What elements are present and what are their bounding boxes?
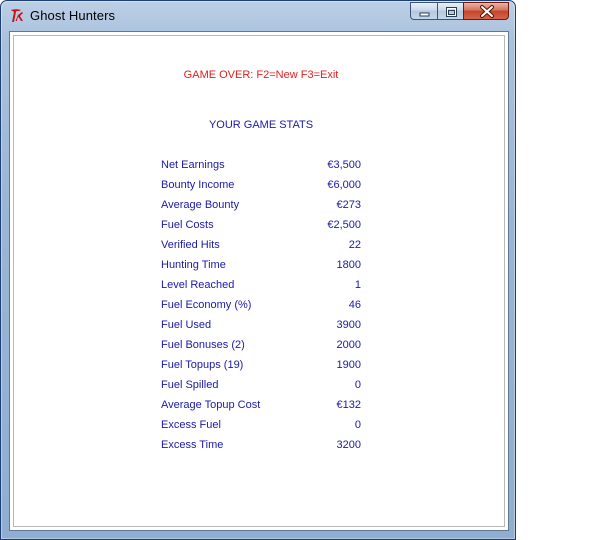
stat-row: Average Topup Cost €132 <box>161 399 361 419</box>
game-over-message: GAME OVER: F2=New F3=Exit <box>183 69 339 81</box>
stat-value: 0 <box>354 379 361 391</box>
stat-label: Fuel Bonuses (2) <box>161 339 245 351</box>
stat-row: Fuel Used 3900 <box>161 319 361 339</box>
stat-value: 1 <box>354 279 361 291</box>
stat-value: 1900 <box>336 359 361 371</box>
stat-label: Level Reached <box>161 279 235 291</box>
minimize-button[interactable] <box>410 2 437 20</box>
stat-label: Net Earnings <box>161 159 225 171</box>
stat-row: Net Earnings €3,500 <box>161 159 361 179</box>
stats-list: Net Earnings €3,500 Bounty Income €6,000… <box>161 159 361 459</box>
minimize-icon <box>419 12 430 17</box>
app-window: Ghost Hunters GAME OVER: F2=New F3=Exit … <box>0 0 516 540</box>
tk-feather-icon[interactable] <box>9 7 26 24</box>
stat-row: Average Bounty €273 <box>161 199 361 219</box>
stat-row: Bounty Income €6,000 <box>161 179 361 199</box>
stat-label: Fuel Economy (%) <box>161 299 252 311</box>
stats-heading: YOUR GAME STATS <box>208 119 314 131</box>
stat-value: 3200 <box>336 439 361 451</box>
stat-label: Fuel Spilled <box>161 379 219 391</box>
stat-value: 1800 <box>336 259 361 271</box>
stat-row: Fuel Bonuses (2) 2000 <box>161 339 361 359</box>
window-controls <box>410 2 509 21</box>
stat-label: Average Topup Cost <box>161 399 261 411</box>
stat-value: €273 <box>336 199 361 211</box>
stat-label: Fuel Topups (19) <box>161 359 244 371</box>
stat-row: Excess Fuel 0 <box>161 419 361 439</box>
stat-row: Fuel Topups (19) 1900 <box>161 359 361 379</box>
stat-label: Hunting Time <box>161 259 226 271</box>
stat-value: 22 <box>348 239 361 251</box>
maximize-icon <box>446 7 457 17</box>
game-canvas[interactable]: GAME OVER: F2=New F3=Exit YOUR GAME STAT… <box>9 31 509 531</box>
stat-label: Fuel Used <box>161 319 212 331</box>
stat-row: Fuel Economy (%) 46 <box>161 299 361 319</box>
stat-label: Excess Fuel <box>161 419 221 431</box>
stat-row: Fuel Spilled 0 <box>161 379 361 399</box>
stat-row: Hunting Time 1800 <box>161 259 361 279</box>
stat-row: Fuel Costs €2,500 <box>161 219 361 239</box>
stat-row: Excess Time 3200 <box>161 439 361 459</box>
close-button[interactable] <box>463 2 509 20</box>
stat-value: 46 <box>348 299 361 311</box>
stat-row: Level Reached 1 <box>161 279 361 299</box>
stat-value: 2000 <box>336 339 361 351</box>
stat-value: 3900 <box>336 319 361 331</box>
maximize-button[interactable] <box>437 2 463 20</box>
stat-label: Bounty Income <box>161 179 235 191</box>
close-icon <box>480 5 494 18</box>
window-title: Ghost Hunters <box>30 8 116 23</box>
stat-value: €132 <box>336 399 361 411</box>
stat-value: €3,500 <box>327 159 361 171</box>
stat-label: Fuel Costs <box>161 219 214 231</box>
stat-value: €6,000 <box>327 179 361 191</box>
stat-row: Verified Hits 22 <box>161 239 361 259</box>
title-bar[interactable]: Ghost Hunters <box>1 1 515 31</box>
stat-label: Verified Hits <box>161 239 220 251</box>
stat-label: Average Bounty <box>161 199 240 211</box>
stat-value: €2,500 <box>327 219 361 231</box>
stat-value: 0 <box>354 419 361 431</box>
stat-label: Excess Time <box>161 439 224 451</box>
